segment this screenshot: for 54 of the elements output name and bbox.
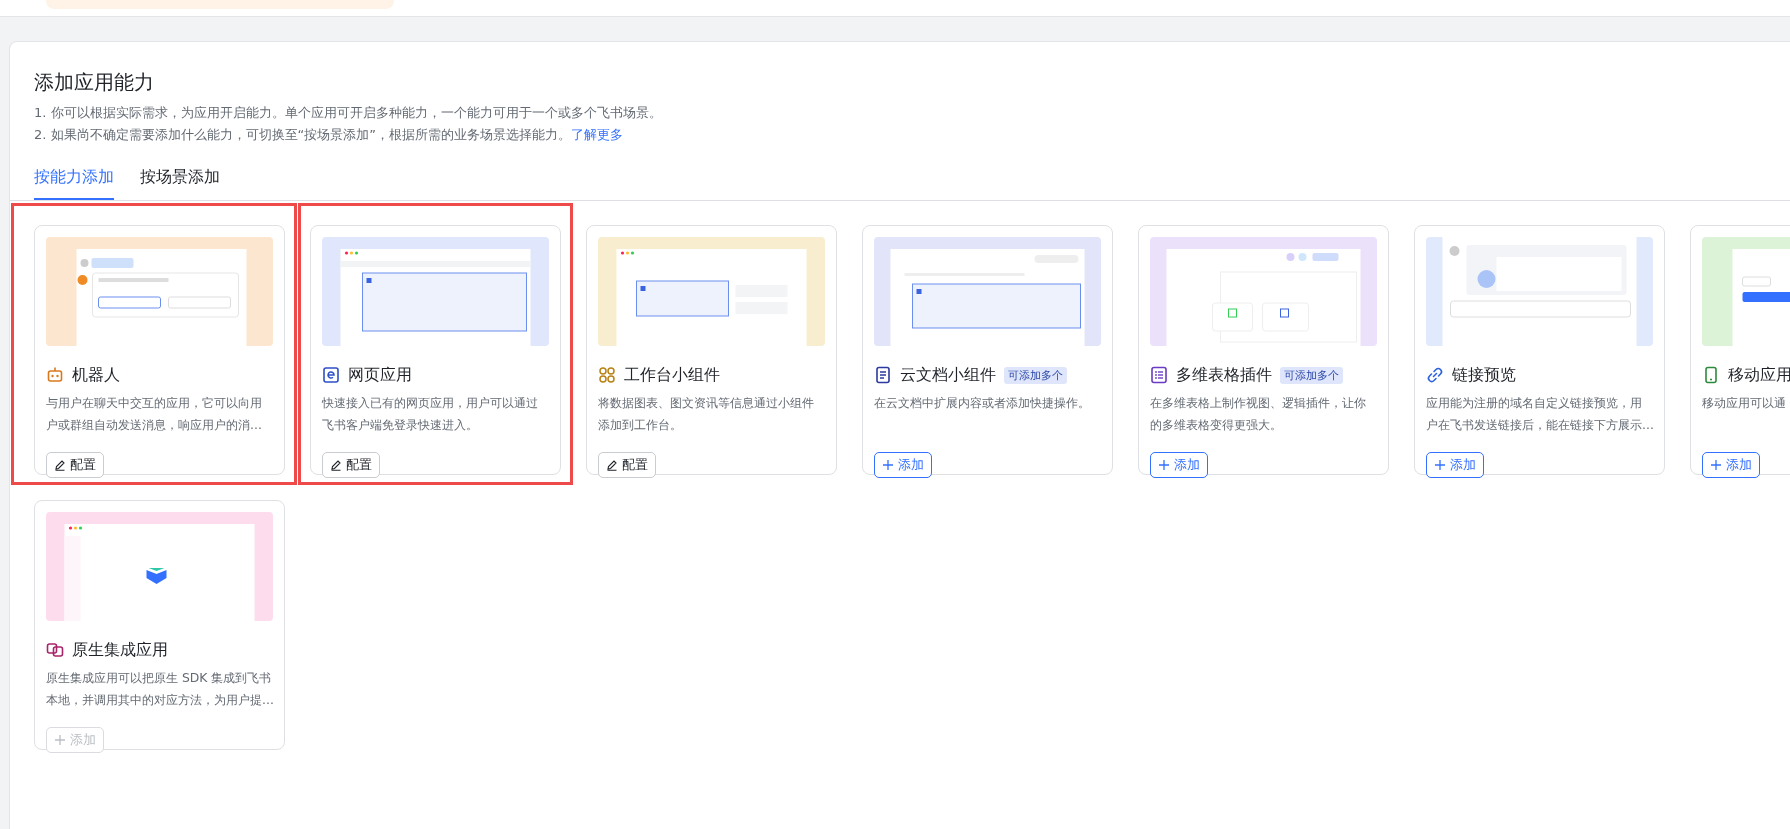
instruction-text: 2. 如果尚不确定需要添加什么能力，可切换至“按场景添加”，根据所需的业务场景选择能力。 xyxy=(34,127,571,142)
add-button[interactable]: 添加 xyxy=(874,452,932,478)
capability-card[interactable]: 网页应用 快速接入已有的网页应用，用户可以通过 飞书客户端免登录快速进入。 配置 xyxy=(310,225,561,475)
pencil-icon xyxy=(54,459,66,471)
capability-card[interactable]: 链接预览 应用能为注册的域名自定义链接预览，用 户在飞书发送链接后，能在链接下方展示... 添加 xyxy=(1414,225,1665,475)
robot-icon xyxy=(46,366,64,384)
pencil-icon xyxy=(606,459,618,471)
phone-icon xyxy=(1702,366,1720,384)
card-description: 移动应用可以通 xyxy=(1702,394,1787,412)
card-title: 链接预览 xyxy=(1452,364,1516,386)
capability-card[interactable]: 移动应用 移动应用可以通 添加 xyxy=(1690,225,1790,475)
configure-button[interactable]: 配置 xyxy=(598,452,656,478)
card-title: 原生集成应用 xyxy=(72,639,168,661)
capability-card[interactable]: 工作台小组件 将数据图表、图文资讯等信息通过小组件 添加到工作台。 配置 xyxy=(586,225,837,475)
tab[interactable]: 按场景添加 xyxy=(140,166,220,200)
card-title: 工作台小组件 xyxy=(624,364,720,386)
capability-card[interactable]: 机器人 与用户在聊天中交互的应用，它可以向用 户或群组自动发送消息，响应用户的消... 配置 xyxy=(34,225,285,475)
card-title: 云文档小组件 xyxy=(900,364,996,386)
card-description: 将数据图表、图文资讯等信息通过小组件 添加到工作台。 xyxy=(598,394,815,434)
plus-icon xyxy=(1710,459,1722,471)
card-description: 应用能为注册的域名自定义链接预览，用 户在飞书发送链接后，能在链接下方展示... xyxy=(1426,394,1653,434)
card-description: 与用户在聊天中交互的应用，它可以向用 户或群组自动发送消息，响应用户的消... xyxy=(46,394,263,434)
card-title: 网页应用 xyxy=(348,364,412,386)
plus-icon xyxy=(1158,459,1170,471)
configure-button[interactable]: 配置 xyxy=(46,452,104,478)
add-button[interactable]: 添加 xyxy=(1426,452,1484,478)
instruction-text: 1. 你可以根据实际需求，为应用开启能力。单个应用可开启多种能力，一个能力可用于一个或多个飞书场景。 xyxy=(34,105,662,120)
capability-card[interactable]: 多维表格插件 可添加多个 在多维表格上制作视图、逻辑插件，让你 的多维表格变得更强大。 添加 xyxy=(1138,225,1389,475)
web-icon xyxy=(322,366,340,384)
four-circles-icon xyxy=(598,366,616,384)
pencil-icon xyxy=(330,459,342,471)
tab[interactable]: 按能力添加 xyxy=(34,166,114,200)
card-description: 原生集成应用可以把原生 SDK 集成到飞书 本地，并调用其中的对应方法，为用户提... xyxy=(46,669,273,709)
multi-add-tag: 可添加多个 xyxy=(1004,366,1067,384)
card-title: 多维表格插件 xyxy=(1176,364,1272,386)
linked-squares-icon xyxy=(46,641,64,659)
card-title: 机器人 xyxy=(72,364,120,386)
section-title: 添加应用能力 xyxy=(34,69,155,96)
add-button[interactable]: 添加 xyxy=(1150,452,1208,478)
card-description: 在云文档中扩展内容或者添加快捷操作。 xyxy=(874,394,1091,412)
card-description: 快速接入已有的网页应用，用户可以通过 飞书客户端免登录快速进入。 xyxy=(322,394,539,434)
plus-icon xyxy=(882,459,894,471)
configure-button[interactable]: 配置 xyxy=(322,452,380,478)
plus-icon xyxy=(1434,459,1446,471)
multi-add-tag: 可添加多个 xyxy=(1280,366,1343,384)
add-button[interactable]: 添加 xyxy=(1702,452,1760,478)
learn-more-link[interactable]: 了解更多 xyxy=(571,127,623,142)
plus-icon xyxy=(54,734,66,746)
document-icon xyxy=(874,366,892,384)
link-icon xyxy=(1426,366,1444,384)
card-description: 在多维表格上制作视图、逻辑插件，让你 的多维表格变得更强大。 xyxy=(1150,394,1367,434)
card-title: 移动应用 xyxy=(1728,364,1790,386)
list-table-icon xyxy=(1150,366,1168,384)
capability-card[interactable]: 云文档小组件 可添加多个 在云文档中扩展内容或者添加快捷操作。 添加 xyxy=(862,225,1113,475)
